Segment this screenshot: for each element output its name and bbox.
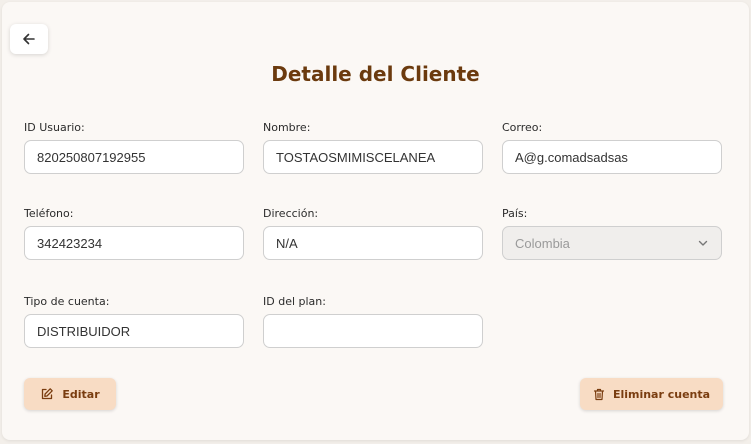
tipo-cuenta-label: Tipo de cuenta: (24, 295, 110, 308)
telefono-label: Teléfono: (24, 207, 74, 220)
telefono-field[interactable]: 342423234 (24, 226, 244, 260)
edit-button-label: Editar (62, 387, 100, 401)
page-title: Detalle del Cliente (271, 62, 480, 86)
nombre-field[interactable]: TOSTAOSMIMISCELANEA (263, 140, 483, 174)
arrow-left-icon (23, 33, 35, 45)
id-usuario-label: ID Usuario: (24, 121, 85, 134)
correo-field[interactable]: A@g.comadsadsas (502, 140, 722, 174)
tipo-cuenta-field[interactable]: DISTRIBUIDOR (24, 314, 244, 348)
chevron-down-icon (698, 240, 708, 246)
pais-select-value: Colombia (515, 235, 570, 251)
pais-label: País: (502, 207, 528, 220)
id-plan-field[interactable] (263, 314, 483, 348)
pais-select[interactable]: Colombia (502, 226, 722, 260)
client-detail-card: Detalle del Cliente ID Usuario: 82025080… (2, 2, 749, 440)
delete-account-button-label: Eliminar cuenta (612, 387, 711, 401)
back-button[interactable] (10, 24, 48, 54)
direccion-label: Dirección: (263, 207, 319, 220)
edit-button[interactable]: Editar (24, 378, 116, 410)
id-usuario-field[interactable]: 820250807192955 (24, 140, 244, 174)
id-plan-label: ID del plan: (263, 295, 326, 308)
correo-label: Correo: (502, 121, 543, 134)
delete-account-button[interactable]: Eliminar cuenta (580, 378, 723, 410)
nombre-label: Nombre: (263, 121, 311, 134)
trash-icon (593, 388, 605, 400)
direccion-field[interactable]: N/A (263, 226, 483, 260)
edit-icon (42, 388, 54, 400)
